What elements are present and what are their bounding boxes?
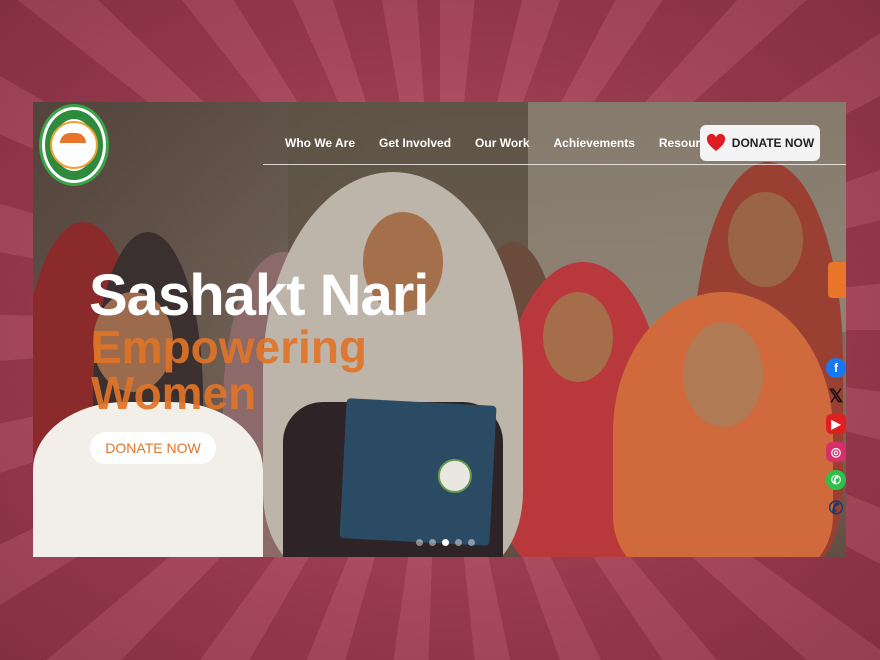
heart-icon	[706, 134, 725, 151]
logo-emblem-icon	[50, 121, 98, 169]
photo-folder	[339, 398, 497, 546]
hero-donate-button[interactable]: DONATE NOW	[90, 432, 216, 464]
header-divider	[263, 164, 846, 165]
photo-person	[33, 292, 263, 557]
youtube-icon[interactable]: ▶	[826, 414, 846, 434]
instagram-icon[interactable]: ◎	[826, 442, 846, 462]
slider-dots	[416, 539, 475, 546]
slider-dot-active[interactable]	[442, 539, 449, 546]
slider-dot[interactable]	[416, 539, 423, 546]
header-donate-button[interactable]: DONATE NOW	[700, 125, 820, 161]
slider-dot[interactable]	[429, 539, 436, 546]
nav-item-our-work[interactable]: Our Work	[463, 132, 541, 154]
site-logo[interactable]	[39, 104, 109, 186]
side-feedback-tab[interactable]	[828, 262, 846, 298]
nav-item-achievements[interactable]: Achievements	[542, 132, 647, 154]
nav-item-who-we-are[interactable]: Who We Are	[273, 132, 367, 154]
main-nav: Who We Are Get Involved Our Work Achieve…	[273, 132, 732, 154]
header-donate-label: DONATE NOW	[731, 136, 815, 150]
nav-item-get-involved[interactable]: Get Involved	[367, 132, 463, 154]
whatsapp-icon[interactable]: ✆	[826, 470, 846, 490]
slider-dot[interactable]	[455, 539, 462, 546]
social-sidebar: f 𝕏 ▶ ◎ ✆ ✆	[825, 358, 846, 518]
photo-person	[613, 292, 833, 557]
x-icon[interactable]: 𝕏	[826, 386, 846, 406]
website-screenshot: Who We Are Get Involved Our Work Achieve…	[33, 102, 846, 557]
phone-icon[interactable]: ✆	[826, 498, 846, 518]
hero-title: Sashakt Nari	[89, 263, 429, 328]
facebook-icon[interactable]: f	[826, 358, 846, 378]
slider-dot[interactable]	[468, 539, 475, 546]
hero-subtitle: Empowering Women	[91, 321, 368, 419]
